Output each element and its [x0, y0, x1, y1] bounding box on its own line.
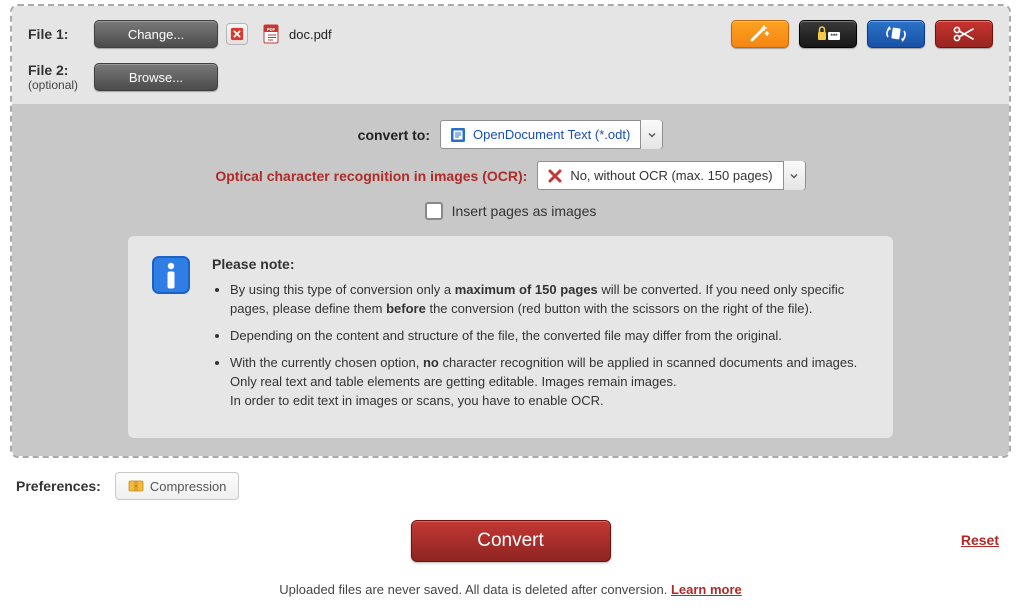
file2-optional: (optional) — [28, 78, 94, 92]
note-item-1: By using this type of conversion only a … — [230, 281, 871, 319]
compression-icon — [128, 478, 144, 494]
remove-icon — [230, 27, 244, 41]
insert-images-row: Insert pages as images — [28, 202, 993, 220]
file1-change-button[interactable]: Change... — [94, 20, 218, 48]
file1-filename: doc.pdf — [289, 27, 332, 42]
file2-row: File 2: (optional) Browse... — [28, 62, 731, 92]
split-pages-button[interactable] — [935, 20, 993, 48]
note-content: Please note: By using this type of conve… — [212, 254, 871, 418]
svg-text:***: *** — [830, 34, 838, 40]
note-item-3: With the currently chosen option, no cha… — [230, 354, 871, 411]
file1-label: File 1: — [28, 26, 94, 42]
preferences-row: Preferences: Compression — [16, 472, 1011, 500]
reset-link[interactable]: Reset — [961, 532, 999, 548]
chevron-down-icon — [783, 161, 805, 190]
learn-more-link[interactable]: Learn more — [671, 582, 742, 597]
ocr-row: Optical character recognition in images … — [28, 161, 993, 190]
no-ocr-icon — [546, 167, 564, 185]
convert-to-select[interactable]: OpenDocument Text (*.odt) — [440, 120, 663, 149]
options-section: convert to: OpenDocument Text (*.odt) Op… — [12, 104, 1009, 456]
ocr-label: Optical character recognition in images … — [215, 168, 527, 184]
convert-row: Convert Reset — [10, 520, 1011, 562]
scissors-icon — [951, 24, 977, 44]
footer-text: Uploaded files are never saved. All data… — [10, 582, 1011, 597]
compression-button[interactable]: Compression — [115, 472, 240, 500]
file-section: File 1: Change... PDF doc.pdf File 2: (o… — [12, 6, 1009, 104]
insert-images-checkbox[interactable] — [425, 202, 443, 220]
magic-wand-icon — [748, 24, 772, 44]
upload-config-area: File 1: Change... PDF doc.pdf File 2: (o… — [10, 4, 1011, 458]
file2-browse-button[interactable]: Browse... — [94, 63, 218, 91]
enhance-button[interactable] — [731, 20, 789, 48]
lock-password-icon: *** — [814, 24, 842, 44]
odt-icon — [449, 126, 467, 144]
rotate-button[interactable] — [867, 20, 925, 48]
svg-text:PDF: PDF — [267, 27, 276, 32]
info-icon — [150, 254, 192, 296]
note-item-2: Depending on the content and structure o… — [230, 327, 871, 346]
convert-to-label: convert to: — [358, 127, 430, 143]
file-tools: *** — [731, 20, 993, 48]
preferences-label: Preferences: — [16, 478, 101, 494]
file1-remove-button[interactable] — [226, 23, 248, 45]
convert-to-row: convert to: OpenDocument Text (*.odt) — [28, 120, 993, 149]
rotate-icon — [883, 24, 909, 44]
ocr-select[interactable]: No, without OCR (max. 150 pages) — [537, 161, 805, 190]
file1-row: File 1: Change... PDF doc.pdf — [28, 20, 731, 48]
protect-button[interactable]: *** — [799, 20, 857, 48]
chevron-down-icon — [640, 120, 662, 149]
note-box: Please note: By using this type of conve… — [128, 236, 893, 438]
pdf-icon: PDF — [262, 24, 282, 44]
convert-button[interactable]: Convert — [411, 520, 611, 562]
note-title: Please note: — [212, 254, 871, 274]
file2-label: File 2: (optional) — [28, 62, 94, 92]
insert-images-label: Insert pages as images — [452, 203, 597, 219]
